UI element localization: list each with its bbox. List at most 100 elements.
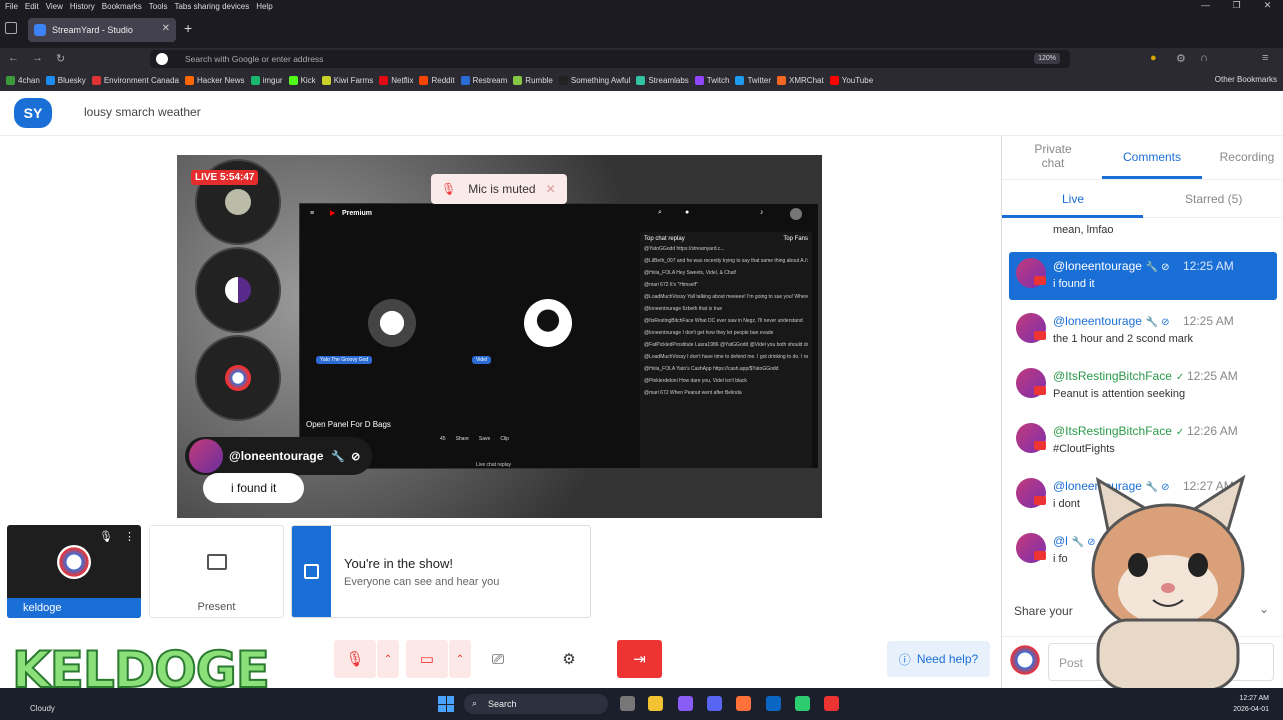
app-icon[interactable] [766, 696, 781, 711]
bookmark-item[interactable]: Kick [288, 76, 316, 85]
poster-avatar [1008, 643, 1042, 677]
bookmark-item[interactable]: Twitter [735, 76, 771, 85]
bookmark-item[interactable]: YouTube [829, 76, 873, 85]
need-help-button[interactable]: ⓘ Need help? [887, 641, 990, 677]
forward-icon[interactable]: → [32, 52, 43, 64]
bookmark-item[interactable]: imgur [250, 76, 283, 85]
bookmark-label: Environment Canada [103, 76, 179, 85]
studio-header: SY lousy smarch weather [0, 91, 1283, 136]
bookmark-item[interactable]: Netflix [379, 76, 413, 85]
leave-studio-button[interactable]: ⇥ [617, 640, 662, 678]
tab-comments[interactable]: Comments [1112, 150, 1192, 164]
menu-item[interactable]: Tools [149, 2, 168, 11]
extensions-puzzle-icon[interactable]: ⚙ [1176, 52, 1186, 65]
share-screen-button[interactable]: ⎚ [477, 640, 519, 678]
streamyard-logo[interactable]: SY [14, 98, 52, 128]
zoom-level[interactable]: 120% [1034, 53, 1060, 64]
bookmark-item[interactable]: 4chan [6, 76, 40, 85]
bookmark-item[interactable]: Kiwi Farms [321, 76, 373, 85]
menu-item[interactable]: Tabs sharing devices [174, 2, 249, 11]
on-stage-comment-author: @loneentourage 🔧 ⊘ [185, 437, 373, 475]
taskbar-search[interactable]: ⌕ Search [464, 694, 608, 714]
menu-item[interactable]: File [5, 2, 18, 11]
restore-icon[interactable]: ❐ [1221, 0, 1252, 11]
start-button[interactable] [438, 696, 454, 712]
mute-mic-button[interactable]: 🎙 [334, 640, 376, 678]
headphones-icon[interactable]: ∩ [1200, 52, 1208, 64]
subtab-live[interactable]: Live [1062, 192, 1084, 206]
weather-widget[interactable]: Cloudy [30, 704, 55, 713]
tile-mic-off-icon[interactable]: 🎙 [99, 531, 113, 543]
close-window-icon[interactable]: ✕ [1252, 0, 1283, 11]
tab-streamyard[interactable]: StreamYard - Studio ✕ [28, 18, 176, 42]
new-tab-icon[interactable]: + [184, 20, 192, 36]
broadcast-title[interactable]: lousy smarch weather [84, 105, 201, 119]
bookmark-label: Rumble [525, 76, 553, 85]
camera-off-button[interactable]: ▭ [406, 640, 448, 678]
bookmark-item[interactable]: Rumble [513, 76, 553, 85]
bookmark-favicon-icon [829, 76, 839, 85]
self-camera-tile[interactable]: 🎙 ⋮ keldoge [7, 525, 141, 618]
taskview-icon[interactable] [620, 696, 635, 711]
media-player-icon[interactable] [824, 696, 839, 711]
menu-item[interactable]: Help [256, 2, 272, 11]
menu-item[interactable]: Edit [25, 2, 39, 11]
comment-item[interactable]: @ItsRestingBitchFace ✓ 12:26 AM #CloutFight… [1009, 417, 1277, 465]
yt-chat-line: @Hola_FOLA Hey Sweets, Videl, & Chat! [644, 270, 737, 276]
firefox-icon[interactable] [736, 696, 751, 711]
menu-item[interactable]: History [70, 2, 95, 11]
self-avatar [57, 545, 91, 579]
bookmark-item[interactable]: Bluesky [45, 76, 86, 85]
bookmark-item[interactable]: Twitch [694, 76, 729, 85]
menu-item[interactable]: Bookmarks [102, 2, 142, 11]
address-bar[interactable]: Search with Google or enter address 120% [150, 50, 1070, 68]
comment-item[interactable]: @loneentourage 🔧 ⊘ 12:25 AM the 1 hour and … [1009, 307, 1277, 355]
camera-options-chevron-icon[interactable]: ⌃ [449, 640, 471, 678]
bookmark-item[interactable]: Reddit [419, 76, 455, 85]
need-help-label: Need help? [916, 652, 979, 666]
bookmark-item[interactable]: Streamlabs [636, 76, 689, 85]
comment-item[interactable]: @ItsRestingBitchFace ✓ 12:25 AM Peanut is a… [1009, 362, 1277, 410]
copilot-icon[interactable] [678, 696, 693, 711]
back-icon[interactable]: ← [8, 52, 19, 64]
stage-avatar-3 [195, 335, 281, 421]
subtab-starred[interactable]: Starred (5) [1185, 192, 1242, 206]
tab-private-chat[interactable]: Private chat [1024, 142, 1082, 170]
comment-item[interactable]: @loneentourage 🔧 ⊘ 12:25 AM i found it [1009, 252, 1277, 300]
extension-icon[interactable]: ● [1150, 52, 1157, 64]
app2-icon[interactable] [795, 696, 810, 711]
tile-controls: 🎙 ⋮ [99, 530, 135, 543]
file-explorer-icon[interactable] [648, 696, 663, 711]
app-menu-icon[interactable]: ≡ [1262, 52, 1268, 64]
tab-recording[interactable]: Recording [1212, 150, 1282, 164]
tile-more-icon[interactable]: ⋮ [124, 531, 135, 543]
yt-chat-line: @YatoGGodd https://streamyard.c... [644, 246, 725, 252]
bookmark-item[interactable]: Environment Canada [91, 76, 179, 85]
mic-options-chevron-icon[interactable]: ⌃ [377, 640, 399, 678]
toast-close-icon[interactable]: ✕ [546, 182, 556, 196]
bookmark-favicon-icon [558, 76, 568, 85]
comment-author-name: @ItsRestingBitchFace [1053, 369, 1172, 383]
share-your-label[interactable]: Share your [1014, 604, 1073, 618]
minimize-icon[interactable]: — [1190, 0, 1221, 11]
settings-gear-icon[interactable]: ⚙ [548, 640, 590, 678]
bookmark-item[interactable]: Hacker News [184, 76, 245, 85]
youtube-brand: Premium [342, 210, 372, 217]
bookmark-item[interactable]: Restream [460, 76, 507, 85]
yt-chat-line: @loneentourage I don't get how they let … [644, 330, 774, 336]
bookmark-item[interactable]: Something Awful [558, 76, 630, 85]
tab-close-icon[interactable]: ✕ [162, 23, 170, 34]
member-check-icon: ✓ [1175, 372, 1185, 383]
comment-author: @ItsRestingBitchFace ✓ [1053, 369, 1184, 383]
taskbar-search-icon: ⌕ [472, 698, 478, 708]
discord-icon[interactable] [707, 696, 722, 711]
bookmark-item[interactable]: XMRChat [777, 76, 824, 85]
present-tile[interactable]: Present [149, 525, 284, 618]
menu-item[interactable]: View [46, 2, 63, 11]
system-clock[interactable]: 12:27 AM 2026-04-01 [1233, 693, 1269, 715]
reload-icon[interactable]: ↻ [56, 52, 65, 65]
other-bookmarks[interactable]: Other Bookmarks [1215, 75, 1277, 84]
yt-mic-icon: ● [685, 209, 690, 216]
present-screen-icon [207, 554, 227, 570]
tab-list-icon[interactable] [5, 22, 17, 34]
